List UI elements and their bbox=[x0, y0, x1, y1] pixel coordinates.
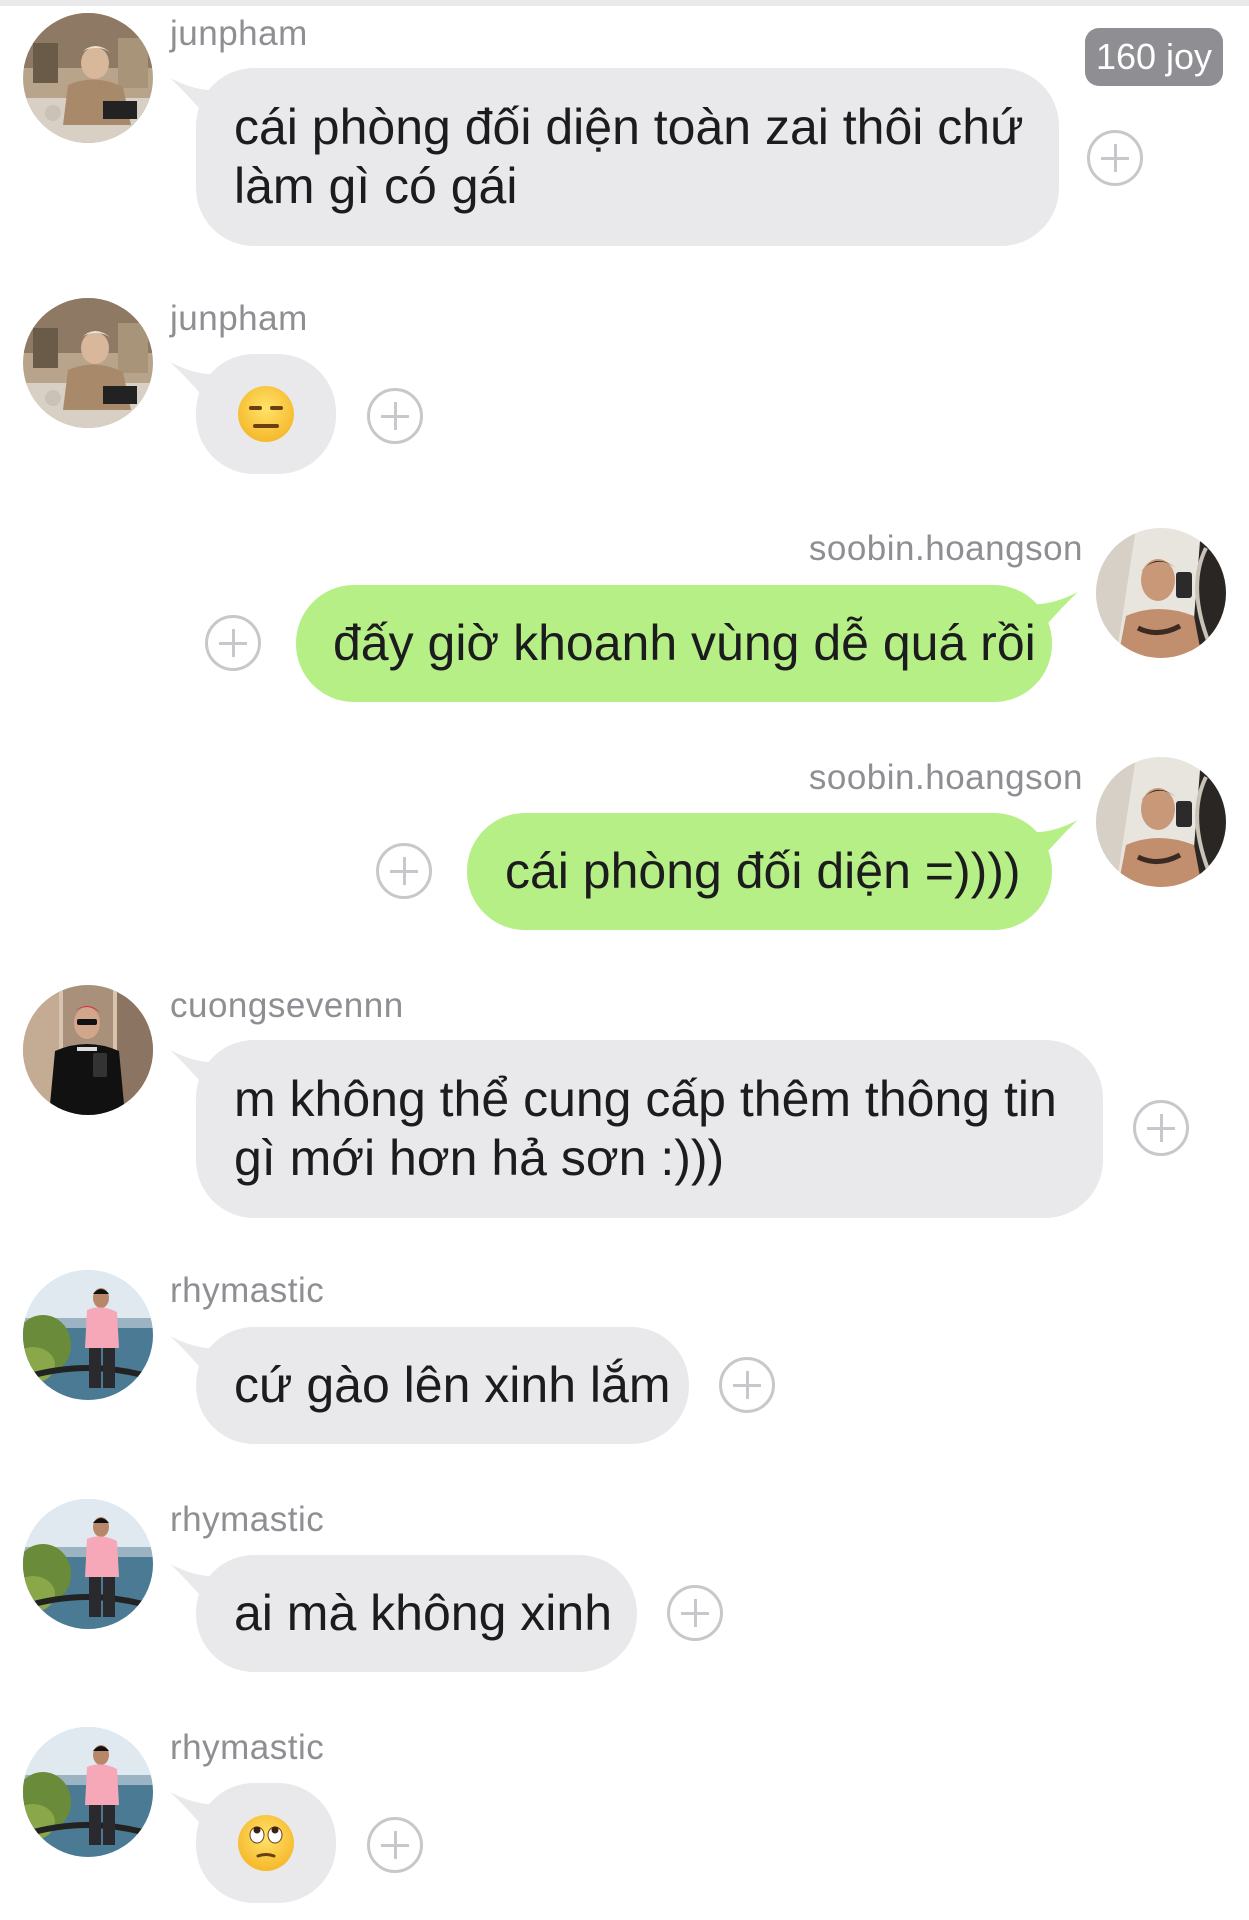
message-text-line: m không thể cung cấp thêm thông tin bbox=[234, 1071, 1057, 1127]
message-bubble[interactable]: cái phòng đối diện =)))) bbox=[467, 813, 1052, 930]
sender-username[interactable]: soobin.hoangson bbox=[809, 758, 1083, 798]
add-reaction-button[interactable] bbox=[367, 388, 423, 444]
message-bubble[interactable]: cái phòng đối diện toàn zai thôi chứ làm… bbox=[196, 68, 1059, 246]
avatar-junpham[interactable] bbox=[23, 13, 153, 143]
avatar-soobin-image bbox=[1096, 528, 1226, 658]
message-text-line: gì mới hơn hả sơn :))) bbox=[234, 1130, 725, 1186]
sender-username[interactable]: soobin.hoangson bbox=[809, 529, 1083, 569]
avatar-soobin[interactable] bbox=[1096, 757, 1226, 887]
avatar-soobin[interactable] bbox=[1096, 528, 1226, 658]
avatar-rhymastic-image bbox=[23, 1499, 153, 1629]
avatar-junpham[interactable] bbox=[23, 298, 153, 428]
message-text-line: đấy giờ khoanh vùng dễ quá rồi bbox=[333, 615, 1036, 671]
sender-username[interactable]: rhymastic bbox=[170, 1271, 324, 1311]
face-with-rolling-eyes-emoji bbox=[238, 1815, 294, 1871]
sender-username[interactable]: rhymastic bbox=[170, 1500, 324, 1540]
message-bubble[interactable]: cứ gào lên xinh lắm bbox=[196, 1327, 689, 1444]
message-bubble[interactable] bbox=[196, 354, 336, 474]
avatar-rhymastic[interactable] bbox=[23, 1499, 153, 1629]
add-reaction-button[interactable] bbox=[1087, 130, 1143, 186]
message-text-line: cái phòng đối diện =)))) bbox=[505, 843, 1021, 899]
avatar-cuongsevennn-image bbox=[23, 985, 153, 1115]
message-text-line: làm gì có gái bbox=[234, 158, 518, 214]
add-reaction-button[interactable] bbox=[376, 843, 432, 899]
expressionless-face-emoji bbox=[238, 386, 294, 442]
message-text-line: cứ gào lên xinh lắm bbox=[234, 1357, 671, 1413]
sender-username[interactable]: rhymastic bbox=[170, 1728, 324, 1768]
avatar-rhymastic-image bbox=[23, 1727, 153, 1857]
sender-username[interactable]: cuongsevennn bbox=[170, 986, 404, 1026]
avatar-junpham-image bbox=[23, 13, 153, 143]
avatar-junpham-image bbox=[23, 298, 153, 428]
avatar-rhymastic[interactable] bbox=[23, 1727, 153, 1857]
message-bubble[interactable]: ai mà không xinh bbox=[196, 1555, 637, 1672]
message-bubble[interactable]: đấy giờ khoanh vùng dễ quá rồi bbox=[296, 585, 1052, 702]
avatar-cuongsevennn[interactable] bbox=[23, 985, 153, 1115]
message-text-line: ai mà không xinh bbox=[234, 1585, 613, 1641]
avatar-rhymastic[interactable] bbox=[23, 1270, 153, 1400]
top-divider bbox=[0, 0, 1249, 6]
message-text-line: cái phòng đối diện toàn zai thôi chứ bbox=[234, 99, 1024, 155]
add-reaction-button[interactable] bbox=[719, 1357, 775, 1413]
avatar-soobin-image bbox=[1096, 757, 1226, 887]
message-bubble[interactable]: m không thể cung cấp thêm thông tin gì m… bbox=[196, 1040, 1103, 1218]
add-reaction-button[interactable] bbox=[667, 1585, 723, 1641]
message-bubble[interactable] bbox=[196, 1783, 336, 1903]
points-badge: 160 joy bbox=[1085, 28, 1223, 86]
sender-username[interactable]: junpham bbox=[170, 14, 308, 54]
add-reaction-button[interactable] bbox=[1133, 1100, 1189, 1156]
add-reaction-button[interactable] bbox=[205, 615, 261, 671]
sender-username[interactable]: junpham bbox=[170, 299, 308, 339]
add-reaction-button[interactable] bbox=[367, 1817, 423, 1873]
avatar-rhymastic-image bbox=[23, 1270, 153, 1400]
